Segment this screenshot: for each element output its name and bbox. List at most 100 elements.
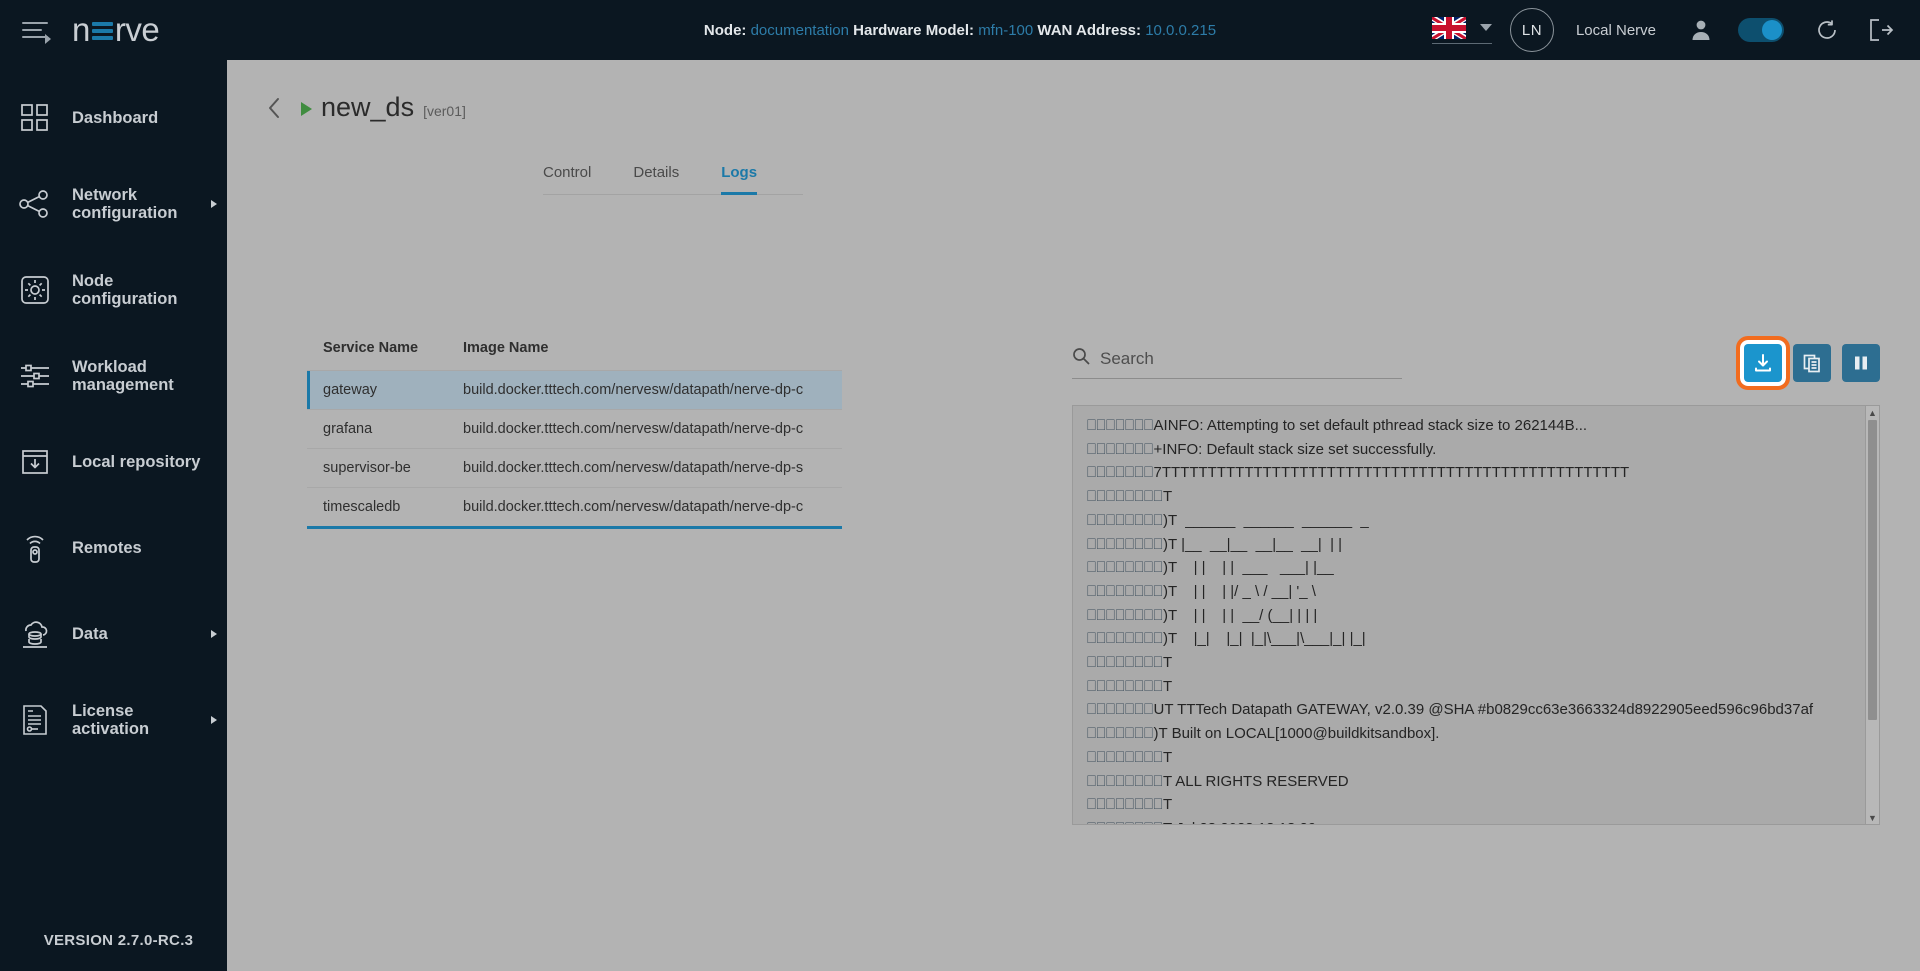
log-line-prefix: ⎕⎕⎕⎕⎕⎕⎕ bbox=[1087, 464, 1154, 481]
log-line-text: )T Built on LOCAL[1000@buildkitsandbox]. bbox=[1154, 725, 1440, 742]
sidebar-item-license-activation[interactable]: License activation bbox=[0, 692, 227, 748]
log-line: ⎕⎕⎕⎕⎕⎕⎕⎕T ALL RIGHTS RESERVED bbox=[1087, 770, 1855, 794]
log-line-prefix: ⎕⎕⎕⎕⎕⎕⎕ bbox=[1087, 701, 1154, 718]
sidebar-item-network-configuration[interactable]: Network configuration bbox=[0, 176, 227, 232]
gear-square-icon bbox=[18, 273, 52, 307]
log-line: ⎕⎕⎕⎕⎕⎕⎕7TTTTTTTTTTTTTTTTTTTTTTTTTTTTTTTT… bbox=[1087, 461, 1855, 485]
scrollbar-thumb[interactable] bbox=[1868, 420, 1877, 720]
search-input[interactable] bbox=[1100, 349, 1402, 369]
download-logs-button[interactable] bbox=[1744, 344, 1782, 382]
sliders-icon bbox=[18, 359, 52, 393]
log-line: ⎕⎕⎕⎕⎕⎕⎕⎕T bbox=[1087, 675, 1855, 699]
submenu-arrow-icon bbox=[211, 200, 217, 208]
top-header-bar: n rve Node: documentation Hardware Model… bbox=[0, 0, 1920, 60]
avatar-initials: LN bbox=[1522, 22, 1542, 39]
log-line-text: T bbox=[1163, 796, 1172, 813]
person-icon[interactable] bbox=[1684, 13, 1718, 47]
main-sidebar: Dashboard Network configuration bbox=[0, 60, 227, 971]
search-container bbox=[1072, 347, 1402, 379]
nerve-logo[interactable]: n rve bbox=[72, 0, 159, 60]
chevron-up-icon[interactable]: ▲ bbox=[1866, 406, 1879, 419]
sidebar-item-label: License activation bbox=[72, 702, 149, 738]
remote-control-icon bbox=[18, 531, 52, 565]
table-row[interactable]: grafana build.docker.tttech.com/nervesw/… bbox=[307, 410, 842, 449]
language-selector[interactable] bbox=[1432, 17, 1492, 44]
sidebar-item-label: Dashboard bbox=[72, 109, 158, 127]
logo-text-right: rve bbox=[115, 11, 159, 49]
logo-text-left: n bbox=[72, 11, 90, 49]
log-line: ⎕⎕⎕⎕⎕⎕⎕⎕)T | | | | __/ (__| | | | bbox=[1087, 604, 1855, 628]
table-row[interactable]: supervisor-be build.docker.tttech.com/ne… bbox=[307, 449, 842, 488]
log-line-prefix: ⎕⎕⎕⎕⎕⎕⎕⎕ bbox=[1087, 559, 1163, 576]
sidebar-item-local-repository[interactable]: Local repository bbox=[0, 434, 227, 490]
page-version-tag: [ver01] bbox=[423, 103, 466, 119]
sidebar-item-dashboard[interactable]: Dashboard bbox=[0, 90, 227, 146]
log-line-prefix: ⎕⎕⎕⎕⎕⎕⎕⎕ bbox=[1087, 630, 1163, 647]
log-line: ⎕⎕⎕⎕⎕⎕⎕)T Built on LOCAL[1000@buildkitsa… bbox=[1087, 722, 1855, 746]
status-toggle[interactable] bbox=[1738, 18, 1784, 42]
copy-logs-button[interactable] bbox=[1793, 344, 1831, 382]
log-scrollbar[interactable]: ▲ ▼ bbox=[1865, 406, 1879, 824]
log-line-text: T bbox=[1163, 654, 1172, 671]
log-line: ⎕⎕⎕⎕⎕⎕⎕⎕T Jul 28 2023 13:18:29 bbox=[1087, 817, 1855, 824]
log-line-text: )T | | | | __/ (__| | | | bbox=[1163, 607, 1317, 624]
sidebar-item-remotes[interactable]: Remotes bbox=[0, 520, 227, 576]
tab-details[interactable]: Details bbox=[633, 158, 679, 195]
log-line-prefix: ⎕⎕⎕⎕⎕⎕⎕⎕ bbox=[1087, 678, 1163, 695]
license-document-icon bbox=[18, 703, 52, 737]
uk-flag-icon bbox=[1432, 17, 1466, 39]
submenu-arrow-icon bbox=[211, 630, 217, 638]
log-line-prefix: ⎕⎕⎕⎕⎕⎕⎕⎕ bbox=[1087, 773, 1163, 790]
log-line-prefix: ⎕⎕⎕⎕⎕⎕⎕⎕ bbox=[1087, 607, 1163, 624]
log-line: ⎕⎕⎕⎕⎕⎕⎕⎕)T | | | | ___ ___| |__ bbox=[1087, 556, 1855, 580]
log-line-text: )T |__ __|__ __|__ __| | | bbox=[1163, 536, 1342, 553]
log-console[interactable]: ⎕⎕⎕⎕⎕⎕⎕AINFO: Attempting to set default … bbox=[1072, 405, 1880, 825]
app-body: Dashboard Network configuration bbox=[0, 60, 1920, 971]
log-line-prefix: ⎕⎕⎕⎕⎕⎕⎕⎕ bbox=[1087, 796, 1163, 813]
log-line: ⎕⎕⎕⎕⎕⎕⎕⎕T bbox=[1087, 746, 1855, 770]
sidebar-item-workload-management[interactable]: Workload management bbox=[0, 348, 227, 404]
cell-image-name: build.docker.tttech.com/nervesw/datapath… bbox=[447, 410, 842, 449]
log-line: ⎕⎕⎕⎕⎕⎕⎕⎕T bbox=[1087, 485, 1855, 509]
sidebar-item-label: Local repository bbox=[72, 453, 200, 471]
log-line-text: T Jul 28 2023 13:18:29 bbox=[1163, 820, 1316, 824]
nerve-management-system: n rve Node: documentation Hardware Model… bbox=[0, 0, 1920, 971]
cell-image-name: build.docker.tttech.com/nervesw/datapath… bbox=[447, 371, 842, 410]
log-line: ⎕⎕⎕⎕⎕⎕⎕⎕T bbox=[1087, 793, 1855, 817]
pause-logs-button[interactable] bbox=[1842, 344, 1880, 382]
log-line-text: +INFO: Default stack size set successful… bbox=[1154, 441, 1437, 458]
sidebar-item-node-configuration[interactable]: Node configuration bbox=[0, 262, 227, 318]
tab-logs[interactable]: Logs bbox=[721, 158, 757, 195]
sidebar-item-data[interactable]: Data bbox=[0, 606, 227, 662]
dashboard-grid-icon bbox=[18, 101, 52, 135]
page-header: new_ds [ver01] bbox=[227, 60, 1920, 123]
log-line-prefix: ⎕⎕⎕⎕⎕⎕⎕⎕ bbox=[1087, 583, 1163, 600]
log-line: ⎕⎕⎕⎕⎕⎕⎕⎕)T |__ __|__ __|__ __| | | bbox=[1087, 533, 1855, 557]
hamburger-menu-icon[interactable] bbox=[22, 18, 52, 42]
network-share-icon bbox=[18, 187, 52, 221]
wan-address-label: WAN Address: bbox=[1037, 22, 1141, 39]
tab-control[interactable]: Control bbox=[543, 158, 591, 195]
refresh-icon[interactable] bbox=[1810, 13, 1844, 47]
log-line-text: T bbox=[1163, 678, 1172, 695]
log-line: ⎕⎕⎕⎕⎕⎕⎕⎕)T ______ ______ ______ _ bbox=[1087, 509, 1855, 533]
chevron-left-icon[interactable] bbox=[261, 95, 287, 121]
table-row[interactable]: gateway build.docker.tttech.com/nervesw/… bbox=[307, 371, 842, 410]
log-line-text: T bbox=[1163, 488, 1172, 505]
log-line-prefix: ⎕⎕⎕⎕⎕⎕⎕⎕ bbox=[1087, 512, 1163, 529]
log-action-buttons bbox=[1744, 344, 1880, 382]
log-line-text: )T ______ ______ ______ _ bbox=[1163, 512, 1369, 529]
logo-e-bars-icon bbox=[92, 20, 113, 42]
cell-service-name: timescaledb bbox=[307, 488, 447, 528]
logout-icon[interactable] bbox=[1864, 13, 1898, 47]
log-line-prefix: ⎕⎕⎕⎕⎕⎕⎕ bbox=[1087, 725, 1154, 742]
avatar[interactable]: LN bbox=[1510, 8, 1554, 52]
download-box-icon bbox=[18, 445, 52, 479]
log-line-text: )T | | | |/ _ \ / __| '_ \ bbox=[1163, 583, 1316, 600]
chevron-down-icon[interactable]: ▼ bbox=[1866, 811, 1879, 824]
table-row[interactable]: timescaledb build.docker.tttech.com/nerv… bbox=[307, 488, 842, 528]
node-label: Node: bbox=[704, 22, 747, 39]
log-line: ⎕⎕⎕⎕⎕⎕⎕UT TTTech Datapath GATEWAY, v2.0.… bbox=[1087, 698, 1855, 722]
log-line-prefix: ⎕⎕⎕⎕⎕⎕⎕⎕ bbox=[1087, 536, 1163, 553]
node-value[interactable]: documentation bbox=[751, 22, 849, 39]
